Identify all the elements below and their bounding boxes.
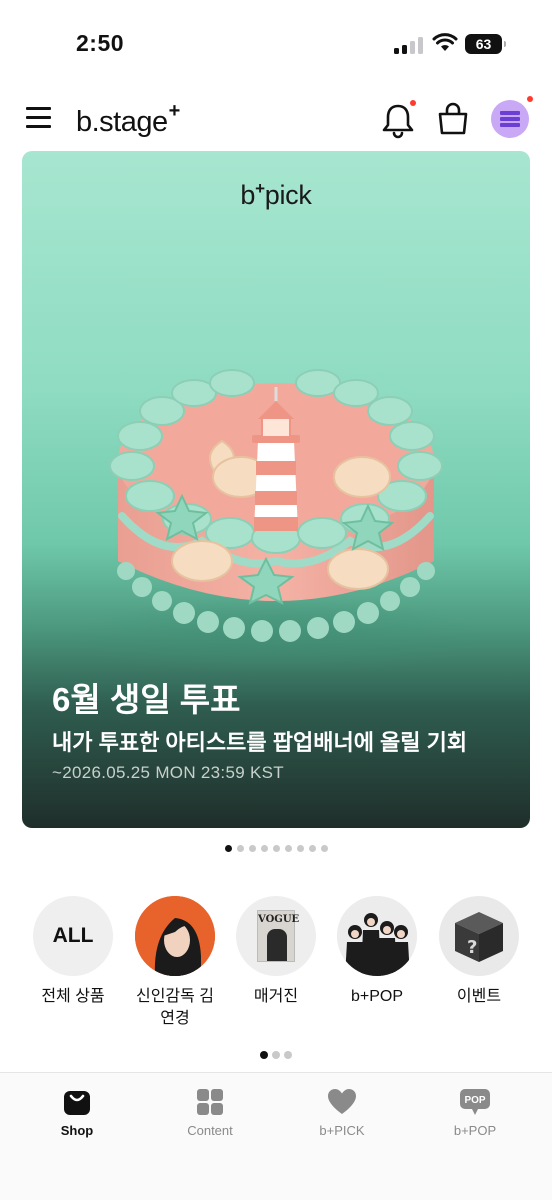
banner-date: ~2026.05.25 MON 23:59 KST: [52, 763, 284, 782]
page-dot[interactable]: [248, 845, 256, 852]
page-dot[interactable]: [320, 845, 328, 852]
category-pagination[interactable]: [0, 1046, 552, 1064]
profile-menu-button[interactable]: [491, 100, 529, 138]
category-all-text: ALL: [52, 924, 94, 947]
portrait-image: [135, 896, 215, 976]
page-dot[interactable]: [296, 845, 304, 852]
tab-bpop-icon-wrap: POP: [420, 1087, 530, 1117]
banner-brand-plus: +: [255, 179, 265, 198]
notification-bell-icon[interactable]: [380, 100, 416, 140]
tab-content[interactable]: Content: [155, 1087, 265, 1138]
category-bpop[interactable]: b+POP: [327, 896, 427, 1008]
shopping-bag-icon: [64, 1091, 90, 1115]
banner-brand-suffix: pick: [264, 180, 312, 210]
tab-label: Content: [187, 1123, 233, 1138]
category-label: 매거진: [253, 988, 299, 1005]
bottom-tab-bar: Shop Content b+PICK POP b+POP: [0, 1072, 552, 1200]
page-dot[interactable]: [260, 845, 268, 852]
category-all[interactable]: ALL 전체 상품: [23, 896, 123, 1008]
grid-icon: [197, 1089, 223, 1115]
banner-brand: b+pick: [22, 179, 530, 211]
category-label: 신인감독 김연경: [135, 988, 215, 1027]
tab-shop[interactable]: Shop: [22, 1087, 132, 1138]
mystery-box-icon: ?: [439, 896, 519, 976]
banner-title: 6월 생일 투표: [52, 681, 241, 718]
magazine-vogue-text: VOGUE: [258, 914, 300, 925]
tab-bpop[interactable]: POP b+POP: [420, 1087, 530, 1138]
banner-subtitle: 내가 투표한 아티스트를 팝업배너에 올릴 기회: [52, 730, 468, 755]
category-director[interactable]: 신인감독 김연경: [125, 896, 225, 1030]
tab-label: Shop: [60, 1123, 94, 1138]
cart-bag-icon[interactable]: [436, 102, 470, 136]
notification-dot: [410, 100, 416, 106]
category-shortcuts: ALL 전체 상품 신인감독 김연경 VOGUE 매거진 b+POP ? 이벤트: [0, 896, 552, 1036]
tab-label: b+PICK: [319, 1123, 365, 1138]
banner-pagination[interactable]: [0, 845, 552, 853]
tab-content-icon-wrap: [155, 1087, 265, 1117]
tab-label: b+POP: [453, 1123, 497, 1138]
status-bar: 2:50 63: [0, 0, 552, 90]
status-time: 2:50: [76, 30, 125, 56]
cellular-signal-icon: [394, 36, 424, 54]
director-avatar: [135, 896, 215, 976]
bpop-group-photo: [337, 896, 417, 976]
battery-icon: 63: [465, 34, 506, 54]
group-photo-image: [337, 896, 417, 976]
logo-plus-mark: +: [168, 100, 181, 122]
magazine-cover-art: VOGUE: [257, 910, 300, 962]
tab-bpick[interactable]: b+PICK: [287, 1087, 397, 1138]
page-dot[interactable]: [284, 1051, 292, 1059]
category-magazine[interactable]: VOGUE 매거진: [226, 896, 326, 1008]
banner-brand-text: b: [240, 180, 256, 210]
app-logo[interactable]: b.stage+: [76, 100, 180, 139]
magazine-cover: VOGUE: [236, 896, 316, 976]
wifi-icon: [432, 33, 458, 51]
page-dot[interactable]: [236, 845, 244, 852]
page-dot[interactable]: [308, 845, 316, 852]
hero-banner[interactable]: b+pick 6월 생일 투표 내가 투표한 아티스트를 팝업배너에 올릴 기회…: [22, 151, 530, 828]
logo-text: b.stage: [76, 106, 168, 138]
page-dot[interactable]: [260, 1051, 268, 1059]
magazine-figure: [267, 929, 287, 961]
category-label: b+POP: [350, 988, 404, 1005]
tab-shop-icon-wrap: [22, 1087, 132, 1117]
menu-icon[interactable]: [26, 106, 51, 128]
page-dot[interactable]: [224, 845, 232, 852]
page-dot[interactable]: [272, 1051, 280, 1059]
pop-bubble-icon: POP: [460, 1089, 490, 1115]
heart-icon: [328, 1089, 356, 1114]
birthday-cake-image: [66, 369, 486, 671]
category-event[interactable]: ? 이벤트: [429, 896, 529, 1008]
svg-text:?: ?: [467, 937, 477, 958]
pop-bubble-text: POP: [464, 1095, 485, 1106]
category-label: 전체 상품: [41, 988, 105, 1005]
top-nav: b.stage+: [0, 90, 552, 146]
page-dot[interactable]: [284, 845, 292, 852]
tab-bpick-icon-wrap: [287, 1087, 397, 1117]
category-all-circle: ALL: [33, 896, 113, 976]
question-box-icon: ?: [455, 912, 503, 962]
profile-dot: [527, 96, 533, 102]
page-dot[interactable]: [272, 845, 280, 852]
category-label: 이벤트: [456, 988, 502, 1005]
